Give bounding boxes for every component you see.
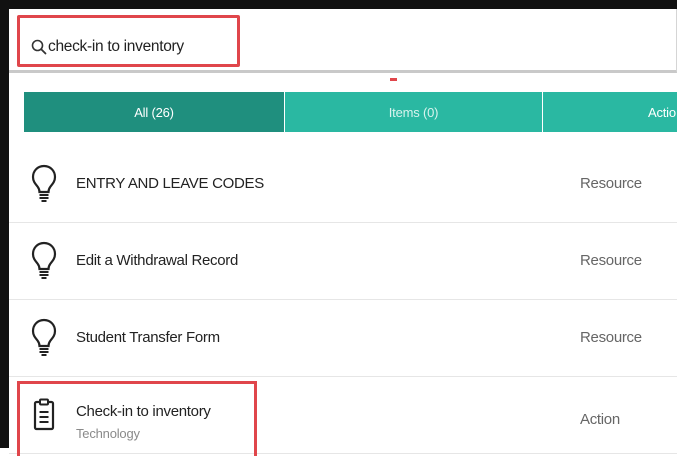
result-title: ENTRY AND LEAVE CODES xyxy=(76,175,264,192)
list-item[interactable]: Student Transfer Form Resource xyxy=(9,300,677,377)
lightbulb-icon xyxy=(31,318,57,356)
result-subtitle: Technology xyxy=(76,426,140,441)
result-type: Action xyxy=(580,411,620,428)
tab-items[interactable]: Items (0) xyxy=(284,92,542,132)
result-type: Resource xyxy=(580,175,642,192)
tab-actions-label: Actio xyxy=(648,104,676,120)
tab-actions[interactable]: Actio xyxy=(542,92,677,132)
lightbulb-icon xyxy=(31,241,57,279)
result-title: Check-in to inventory xyxy=(76,403,211,420)
list-item[interactable]: ENTRY AND LEAVE CODES Resource xyxy=(9,146,677,223)
list-item[interactable]: Check-in to inventory Technology Action xyxy=(9,377,677,456)
tab-all[interactable]: All (26) xyxy=(24,92,284,132)
tab-items-label: Items (0) xyxy=(388,104,439,120)
lightbulb-icon xyxy=(31,164,57,202)
search-highlight-box xyxy=(17,15,240,67)
result-title: Edit a Withdrawal Record xyxy=(76,252,239,269)
search-bar xyxy=(9,9,677,73)
filter-tabs: All (26) Items (0) Actio xyxy=(24,92,677,132)
indicator-mark xyxy=(390,78,397,81)
clipboard-icon xyxy=(33,398,55,431)
tab-all-label: All (26) xyxy=(134,104,174,120)
result-type: Resource xyxy=(580,329,642,346)
results-list: ENTRY AND LEAVE CODES Resource Edit a Wi… xyxy=(9,146,677,456)
result-type: Resource xyxy=(580,252,642,269)
list-item[interactable]: Edit a Withdrawal Record Resource xyxy=(9,223,677,300)
result-title: Student Transfer Form xyxy=(76,329,220,346)
